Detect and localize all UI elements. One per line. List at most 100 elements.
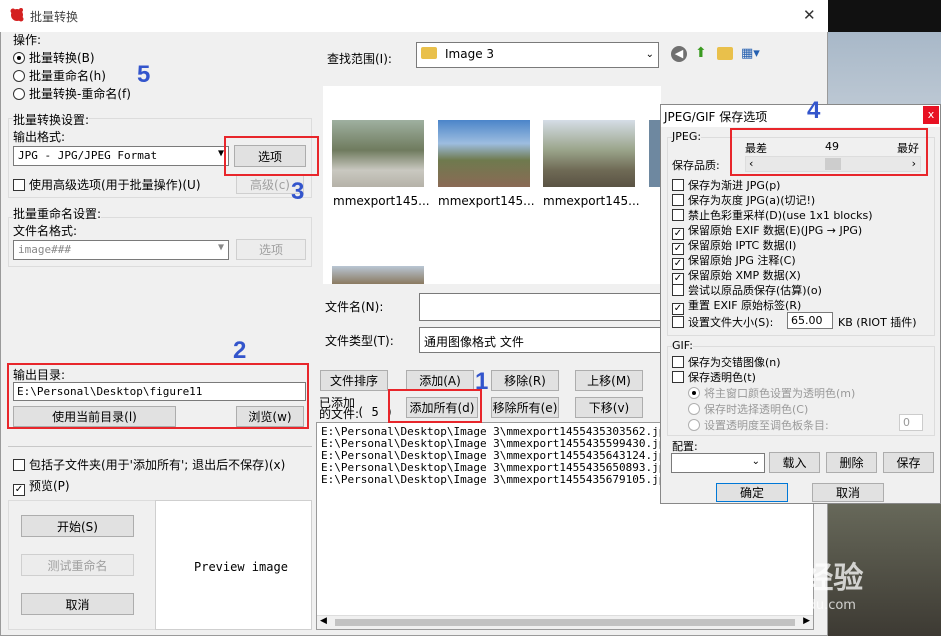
radio-batch-convert-rename[interactable]: 批量转换-重命名(f) — [13, 85, 131, 102]
thumbnail-3[interactable] — [543, 120, 635, 187]
radio-batch-rename[interactable]: 批量重命名(h) — [13, 67, 106, 84]
radio-icon[interactable] — [13, 70, 25, 82]
radio-icon[interactable] — [13, 88, 25, 100]
rename-options-button[interactable]: 选项 — [236, 239, 306, 260]
filetype-select[interactable]: 通用图像格式 文件 — [419, 327, 661, 353]
watermark-url: jingyan.baidu.com — [736, 598, 856, 613]
scrollbar[interactable]: ◀ ▶ — [317, 615, 813, 629]
options-button[interactable]: 选项 — [234, 145, 306, 167]
window-title: 批量转换 — [30, 10, 79, 24]
sort-files-button[interactable]: 文件排序 — [320, 370, 388, 391]
include-subfolders-checkbox[interactable]: 包括子文件夹(用于'添加所有'; 退出后不保存)(x) — [13, 456, 285, 473]
thumbnail-5[interactable] — [332, 266, 424, 284]
file-count: ( 5 ) — [357, 405, 394, 419]
quality-slider[interactable]: ‹ › — [745, 156, 921, 172]
use-current-dir-button[interactable]: 使用当前目录(l) — [13, 406, 176, 427]
jpeg-option-checkbox[interactable]: 保存为灰度 JPG(a)(切记!) — [672, 192, 815, 208]
preview-checkbox[interactable]: ✓ 预览(P) — [13, 477, 70, 496]
cancel-button[interactable]: 取消 — [21, 593, 134, 615]
radio-icon[interactable] — [688, 387, 700, 399]
radio-icon[interactable] — [688, 419, 700, 431]
checkbox-icon[interactable] — [672, 356, 684, 368]
file-size-input[interactable]: 65.00 — [787, 312, 833, 329]
scroll-thumb[interactable] — [335, 619, 795, 626]
config-select[interactable]: ⌄ — [671, 453, 765, 473]
scroll-right-icon[interactable]: ▶ — [803, 616, 810, 626]
thumbnail-2[interactable] — [438, 120, 530, 187]
chevron-down-icon: ⌄ — [751, 456, 760, 467]
gif-radio-main-color[interactable]: 将主窗口颜色设置为透明色(m) — [688, 385, 855, 401]
jpeg-option-checkbox[interactable]: 禁止色彩重采样(D)(use 1x1 blocks) — [672, 207, 873, 223]
add-all-button[interactable]: 添加所有(d) — [406, 397, 478, 418]
thumbnail-label: mmexport145... — [333, 194, 430, 208]
filename-label: 文件名(N): — [325, 300, 384, 314]
checkbox-icon[interactable]: ✓ — [13, 484, 25, 496]
checkbox-icon[interactable] — [672, 194, 684, 206]
checkbox-icon[interactable] — [672, 284, 684, 296]
checkbox-icon[interactable] — [13, 179, 25, 191]
look-in-select[interactable]: Image 3 ⌄ — [416, 42, 659, 68]
move-down-button[interactable]: 下移(v) — [575, 397, 643, 418]
output-format-select[interactable]: JPG - JPG/JPEG Format ▼ — [13, 146, 229, 166]
save-config-button[interactable]: 保存 — [883, 452, 934, 473]
gif-transparent-checkbox[interactable]: 保存透明色(t) — [672, 369, 756, 385]
thumbnail-label: mmexport145... — [543, 194, 640, 208]
advanced-options-checkbox[interactable]: 使用高级选项(用于批量操作)(U) — [13, 176, 201, 193]
ok-button[interactable]: 确定 — [716, 483, 788, 502]
paw-icon: ❀ — [774, 558, 804, 596]
filename-pattern-label: 文件名格式: — [13, 224, 78, 238]
list-item[interactable]: E:\Personal\Desktop\Image 3\mmexport1455… — [321, 473, 672, 486]
folder-icon — [421, 47, 437, 59]
load-config-button[interactable]: 载入 — [769, 452, 820, 473]
slider-thumb[interactable] — [824, 158, 841, 170]
filename-input[interactable] — [419, 293, 661, 321]
checkbox-icon[interactable] — [672, 371, 684, 383]
filename-pattern-select[interactable]: image### ▼ — [13, 240, 229, 260]
back-icon[interactable]: ◀ — [671, 46, 687, 62]
remove-all-button[interactable]: 移除所有(e) — [491, 397, 559, 418]
view-menu-icon[interactable]: ▦▾ — [741, 46, 767, 62]
gif-radio-palette-entry[interactable]: 设置透明度至调色板条目: — [688, 417, 829, 433]
close-icon[interactable]: ✕ — [803, 6, 816, 24]
annotation-number-5: 5 — [137, 61, 151, 88]
scroll-left-icon[interactable]: ◀ — [320, 616, 327, 626]
test-rename-button[interactable]: 测试重命名 — [21, 554, 134, 576]
set-file-size-checkbox[interactable]: 设置文件大小(S): — [672, 314, 773, 330]
jpeg-option-checkbox[interactable]: ✓ 重置 EXIF 原始标签(R) — [672, 297, 801, 315]
checkbox-icon[interactable] — [672, 316, 684, 328]
checkbox-icon[interactable] — [13, 459, 25, 471]
jpeg-option-checkbox[interactable]: 保存为渐进 JPG(p) — [672, 177, 780, 193]
radio-batch-convert[interactable]: 批量转换(B) — [13, 49, 95, 66]
filetype-label: 文件类型(T): — [325, 334, 394, 348]
checkbox-icon[interactable] — [672, 209, 684, 221]
thumbnail-label: mmexport145... — [438, 194, 535, 208]
thumbnail-1[interactable] — [332, 120, 424, 187]
jpeg-option-checkbox[interactable]: 尝试以原品质保存(估算)(o) — [672, 282, 822, 298]
annotation-number-3: 3 — [291, 178, 305, 205]
radio-icon[interactable] — [688, 403, 700, 415]
slider-left-icon[interactable]: ‹ — [749, 157, 753, 170]
dialog-close-icon[interactable]: x — [923, 106, 939, 124]
add-button[interactable]: 添加(A) — [406, 370, 474, 391]
output-dir-input[interactable]: E:\Personal\Desktop\figure11 — [13, 382, 306, 401]
chevron-down-icon: ⌄ — [645, 49, 654, 60]
remove-button[interactable]: 移除(R) — [491, 370, 559, 391]
gif-radio-choose-on-save[interactable]: 保存时选择透明色(C) — [688, 401, 808, 417]
file-size-suffix: KB (RIOT 插件) — [838, 316, 917, 329]
slider-right-icon[interactable]: › — [912, 157, 916, 170]
quality-best-label: 最好 — [897, 142, 919, 155]
gif-group-label: GIF: — [672, 339, 693, 352]
move-up-button[interactable]: 上移(M) — [575, 370, 643, 391]
start-button[interactable]: 开始(S) — [21, 515, 134, 537]
palette-entry-input[interactable]: 0 — [899, 414, 923, 431]
jpeg-group-label: JPEG: — [672, 130, 702, 143]
radio-icon[interactable] — [13, 52, 25, 64]
up-folder-icon[interactable]: ⬆ — [695, 45, 711, 61]
browse-button[interactable]: 浏览(w) — [236, 406, 304, 427]
output-dir-label: 输出目录: — [13, 368, 66, 382]
delete-config-button[interactable]: 删除 — [826, 452, 877, 473]
checkbox-icon[interactable] — [672, 179, 684, 191]
new-folder-icon[interactable] — [717, 47, 733, 60]
dialog-cancel-button[interactable]: 取消 — [812, 483, 884, 502]
gif-interlaced-checkbox[interactable]: 保存为交错图像(n) — [672, 354, 781, 370]
